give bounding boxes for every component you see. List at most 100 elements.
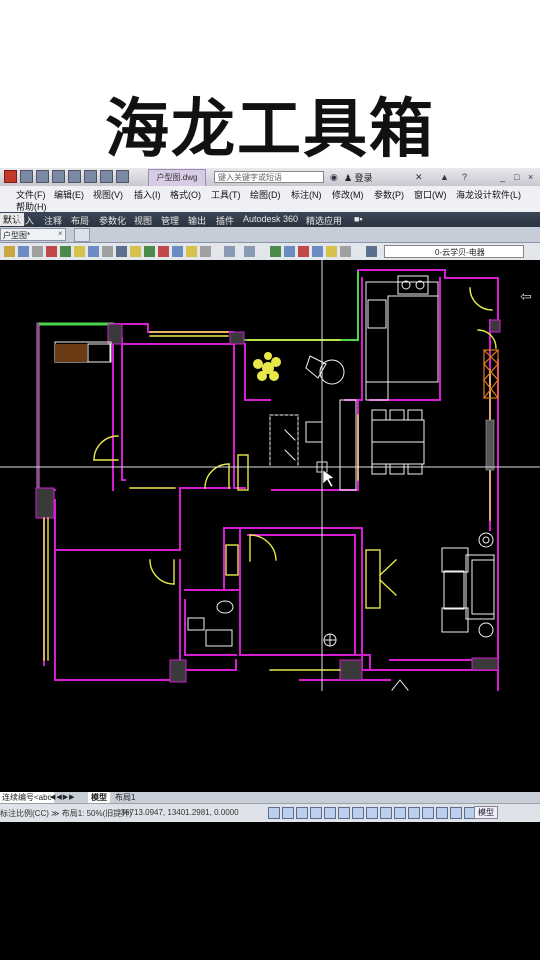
tool-icon[interactable]	[158, 246, 169, 257]
save-icon[interactable]	[52, 170, 65, 183]
tool-icon[interactable]	[200, 246, 211, 257]
a360-icon[interactable]: ▲	[440, 172, 449, 182]
plant-icon	[253, 352, 281, 381]
tab-featured-apps[interactable]: 精选应用	[306, 214, 342, 227]
new-tab-button[interactable]	[74, 228, 90, 242]
app-menu-icon[interactable]	[4, 170, 17, 183]
menu-insert[interactable]: 插入(I)	[134, 188, 161, 201]
tool-icon[interactable]	[32, 246, 43, 257]
status-left-text: 标注比例(CC) ≫ 布局1: 50%(旧提升)	[0, 809, 132, 818]
tool-icon[interactable]	[18, 246, 29, 257]
tool-icon[interactable]	[88, 246, 99, 257]
restore-icon[interactable]: □	[514, 172, 519, 182]
menu-view[interactable]: 视图(V)	[93, 188, 123, 201]
zoom-previous-icon[interactable]	[312, 246, 323, 257]
tool-icon[interactable]	[60, 246, 71, 257]
document-tab-bar: 户型图* ×	[0, 227, 540, 243]
qp-toggle-icon[interactable]	[408, 807, 420, 819]
sc-toggle-icon[interactable]	[422, 807, 434, 819]
pan-icon[interactable]	[270, 246, 281, 257]
ortho-toggle-icon[interactable]	[296, 807, 308, 819]
plot-icon[interactable]	[84, 170, 97, 183]
save-as-icon[interactable]	[68, 170, 81, 183]
open-file-icon[interactable]	[36, 170, 49, 183]
undo-icon[interactable]	[100, 170, 113, 183]
design-center-icon[interactable]	[340, 246, 351, 257]
green-outline	[232, 269, 359, 341]
redo-icon[interactable]	[244, 246, 255, 257]
menu-edit[interactable]: 编辑(E)	[54, 188, 84, 201]
tool-icon[interactable]	[186, 246, 197, 257]
tool-icon[interactable]	[102, 246, 113, 257]
menu-parametric[interactable]: 参数(P)	[374, 188, 404, 201]
tab-layout[interactable]: 布局	[71, 214, 89, 227]
osnap-toggle-icon[interactable]	[324, 807, 336, 819]
document-tab[interactable]: 户型图*	[0, 228, 66, 241]
layer-manager-icon[interactable]	[366, 246, 377, 257]
zoom-icon[interactable]	[284, 246, 295, 257]
drawing-canvas[interactable]: ⇦	[0, 260, 540, 691]
grid-toggle-icon[interactable]	[282, 807, 294, 819]
login-button[interactable]: ♟ 登录	[344, 171, 373, 184]
tab-annotate[interactable]: 注释	[44, 214, 62, 227]
layer-dropdown[interactable]: 0-云学贝-电器	[384, 245, 524, 258]
exchange-icon[interactable]: ✕	[415, 172, 423, 183]
tab-output[interactable]: 输出	[188, 214, 206, 227]
menu-format[interactable]: 格式(O)	[170, 188, 201, 201]
tab-model[interactable]: 模型	[88, 792, 110, 803]
tab-manage[interactable]: 管理	[161, 214, 179, 227]
am-toggle-icon[interactable]	[436, 807, 448, 819]
menu-modify[interactable]: 修改(M)	[332, 188, 364, 201]
walls	[37, 269, 499, 691]
dyn-toggle-icon[interactable]	[366, 807, 378, 819]
minimize-icon[interactable]: _	[500, 172, 505, 182]
close-tab-icon[interactable]: ×	[58, 229, 63, 238]
tool-icon[interactable]	[4, 246, 15, 257]
viewcube-arrow-icon[interactable]: ⇦	[520, 288, 532, 305]
menu-dimension[interactable]: 标注(N)	[291, 188, 322, 201]
menu-window[interactable]: 窗口(W)	[414, 188, 447, 201]
menu-draw[interactable]: 绘图(D)	[250, 188, 281, 201]
model-space-button[interactable]: 模型	[474, 806, 498, 819]
status-bar: 标注比例(CC) ≫ 布局1: 50%(旧提升) -36713.0947, 13…	[0, 803, 540, 822]
ribbon-toggle-button[interactable]: ■▪	[354, 214, 363, 224]
tab-autodesk360[interactable]: Autodesk 360	[243, 214, 298, 224]
numbering-label: 连续编号<abc	[0, 792, 54, 803]
menu-hailong[interactable]: 海龙设计软件(L)	[456, 188, 521, 201]
redo-icon[interactable]	[116, 170, 129, 183]
tab-parametric[interactable]: 参数化	[99, 214, 126, 227]
otrack-toggle-icon[interactable]	[338, 807, 350, 819]
layer-name: 0-云学贝-电器	[435, 248, 485, 257]
tab-scroll-arrows[interactable]: ◀◀▶▶	[50, 793, 76, 801]
polar-toggle-icon[interactable]	[310, 807, 322, 819]
tool-icon[interactable]	[144, 246, 155, 257]
tab-plugins[interactable]: 插件	[216, 214, 234, 227]
layout-tab-bar: 连续编号<abc ◀◀▶▶ 模型 布局1	[0, 792, 540, 803]
ducs-toggle-icon[interactable]	[352, 807, 364, 819]
tool-icon[interactable]	[130, 246, 141, 257]
tool-icon[interactable]	[116, 246, 127, 257]
floor-plan-drawing[interactable]	[0, 260, 540, 691]
login-label: 登录	[354, 173, 373, 183]
tool-icon[interactable]	[74, 246, 85, 257]
tpy-toggle-icon[interactable]	[394, 807, 406, 819]
tab-layout1[interactable]: 布局1	[112, 792, 138, 803]
tool-icon[interactable]	[46, 246, 57, 257]
storage-bar	[485, 419, 495, 471]
menu-tools[interactable]: 工具(T)	[211, 188, 241, 201]
close-window-icon[interactable]: ×	[528, 172, 533, 182]
wall-columns	[35, 319, 501, 683]
search-input[interactable]: 键入关键字或短语	[214, 171, 324, 183]
tab-insert[interactable]: 插入	[16, 214, 34, 227]
properties-icon[interactable]	[326, 246, 337, 257]
help-button[interactable]: ?	[462, 172, 467, 182]
tab-view[interactable]: 视图	[134, 214, 152, 227]
undo-icon[interactable]	[224, 246, 235, 257]
tool-icon[interactable]	[172, 246, 183, 257]
snap-toggle-icon[interactable]	[268, 807, 280, 819]
new-file-icon[interactable]	[20, 170, 33, 183]
annotation-icon[interactable]	[450, 807, 462, 819]
lwt-toggle-icon[interactable]	[380, 807, 392, 819]
binoculars-icon[interactable]: ◉	[330, 172, 338, 183]
zoom-window-icon[interactable]	[298, 246, 309, 257]
